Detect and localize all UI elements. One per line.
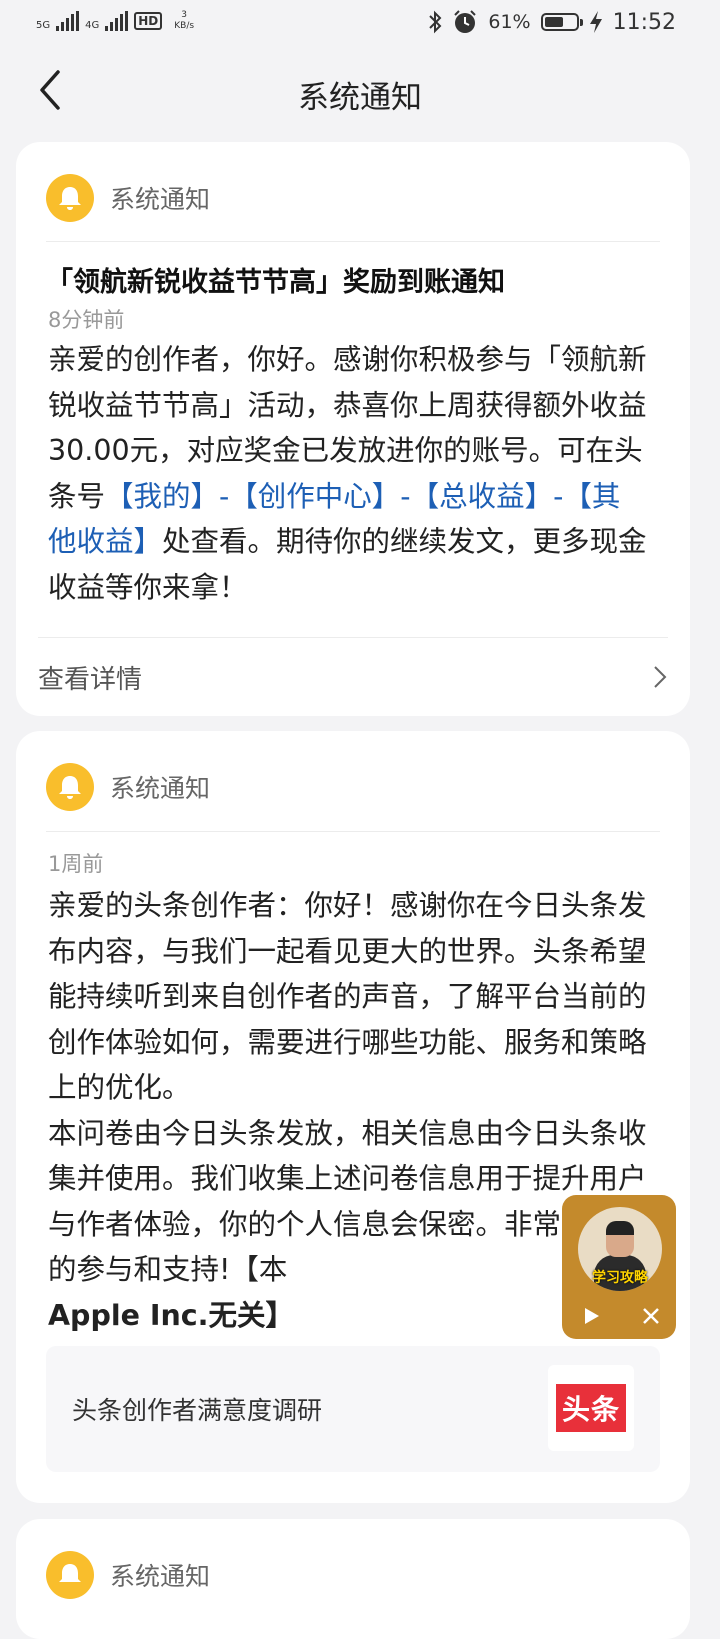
battery-percent: 61% <box>488 11 531 33</box>
card-header: 系统通知 <box>46 763 210 811</box>
chevron-right-icon <box>654 666 667 688</box>
card-header: 系统通知 <box>46 1551 210 1599</box>
body-paragraph: 本问卷由今日头条发放，相关信息由今日头条收集并使用。我们收集上述问卷信息用于提升… <box>48 1116 647 1287</box>
bell-icon <box>59 187 81 210</box>
network-speed: 3 KB/s <box>174 10 194 32</box>
network-label-2: 4G <box>85 20 100 31</box>
alarm-icon <box>454 10 477 33</box>
body-paragraph: 亲爱的头条创作者：你好！感谢你在今日头条发布内容，与我们一起看见更大的世界。头条… <box>48 889 647 1104</box>
view-details-label: 查看详情 <box>38 664 143 695</box>
notification-card: 系统通知 「领航新锐收益节节高」奖励到账通知 8分钟前 亲爱的创作者，你好。感谢… <box>16 142 690 716</box>
notification-source: 系统通知 <box>110 1562 211 1591</box>
logo-text: 头条 <box>555 1384 626 1432</box>
notification-body: 亲爱的创作者，你好。感谢你积极参与「领航新锐收益节节高」活动，恭喜你上周获得额外… <box>48 337 648 610</box>
status-bar: 5G 4G HD 3 KB/s 61% 11:52 <box>0 0 720 48</box>
network-label-1: 5G <box>36 20 51 31</box>
notification-time: 1周前 <box>48 852 104 876</box>
signal-2: 4G <box>85 11 129 31</box>
play-button[interactable] <box>576 1301 606 1331</box>
notification-source: 系统通知 <box>110 185 211 214</box>
body-paragraph: Apple Inc.无关】 <box>48 1298 294 1332</box>
card-header: 系统通知 <box>46 174 210 222</box>
close-button[interactable] <box>636 1301 666 1331</box>
app-header: 系统通知 <box>0 48 720 138</box>
bell-icon <box>59 1564 81 1582</box>
notification-source: 系统通知 <box>110 774 211 803</box>
survey-title: 头条创作者满意度调研 <box>72 1396 323 1425</box>
signal-1: 5G <box>36 11 80 31</box>
battery-fill <box>544 17 563 27</box>
clock: 11:52 <box>612 9 676 35</box>
bell-avatar <box>46 174 94 222</box>
notification-time: 8分钟前 <box>48 308 125 332</box>
survey-card[interactable]: 头条创作者满意度调研 头条 <box>46 1346 660 1472</box>
signal-bars-icon <box>105 11 129 31</box>
video-caption: 学习攻略 <box>592 1270 648 1286</box>
divider <box>46 241 660 242</box>
play-icon <box>585 1308 599 1324</box>
status-right: 61% 11:52 <box>428 9 676 35</box>
page-title: 系统通知 <box>298 80 422 116</box>
notification-card: 系统通知 1周前 亲爱的头条创作者：你好！感谢你在今日头条发布内容，与我们一起看… <box>16 731 690 1503</box>
bell-avatar <box>46 763 94 811</box>
toutiao-logo: 头条 <box>548 1365 634 1451</box>
notification-title: 「领航新锐收益节节高」奖励到账通知 <box>46 267 505 298</box>
thumbnail-hair <box>606 1221 634 1235</box>
close-icon <box>643 1308 659 1324</box>
bell-icon <box>59 776 81 799</box>
divider <box>46 831 660 832</box>
charging-icon <box>589 11 602 33</box>
bell-avatar <box>46 1551 94 1599</box>
notification-card: 系统通知 <box>16 1519 690 1639</box>
speed-value: 3 <box>181 10 188 20</box>
floating-video-player[interactable]: 学习攻略 <box>562 1195 676 1339</box>
speed-unit: KB/s <box>174 21 195 31</box>
status-left: 5G 4G HD 3 KB/s <box>36 10 194 32</box>
notification-body: 亲爱的头条创作者：你好！感谢你在今日头条发布内容，与我们一起看见更大的世界。头条… <box>48 883 648 1338</box>
signal-bars-icon <box>56 11 80 31</box>
battery-icon <box>540 13 583 31</box>
hd-badge: HD <box>134 12 163 30</box>
video-thumbnail[interactable]: 学习攻略 <box>578 1207 662 1291</box>
view-details-button[interactable]: 查看详情 <box>38 637 668 716</box>
bluetooth-icon <box>429 10 442 34</box>
